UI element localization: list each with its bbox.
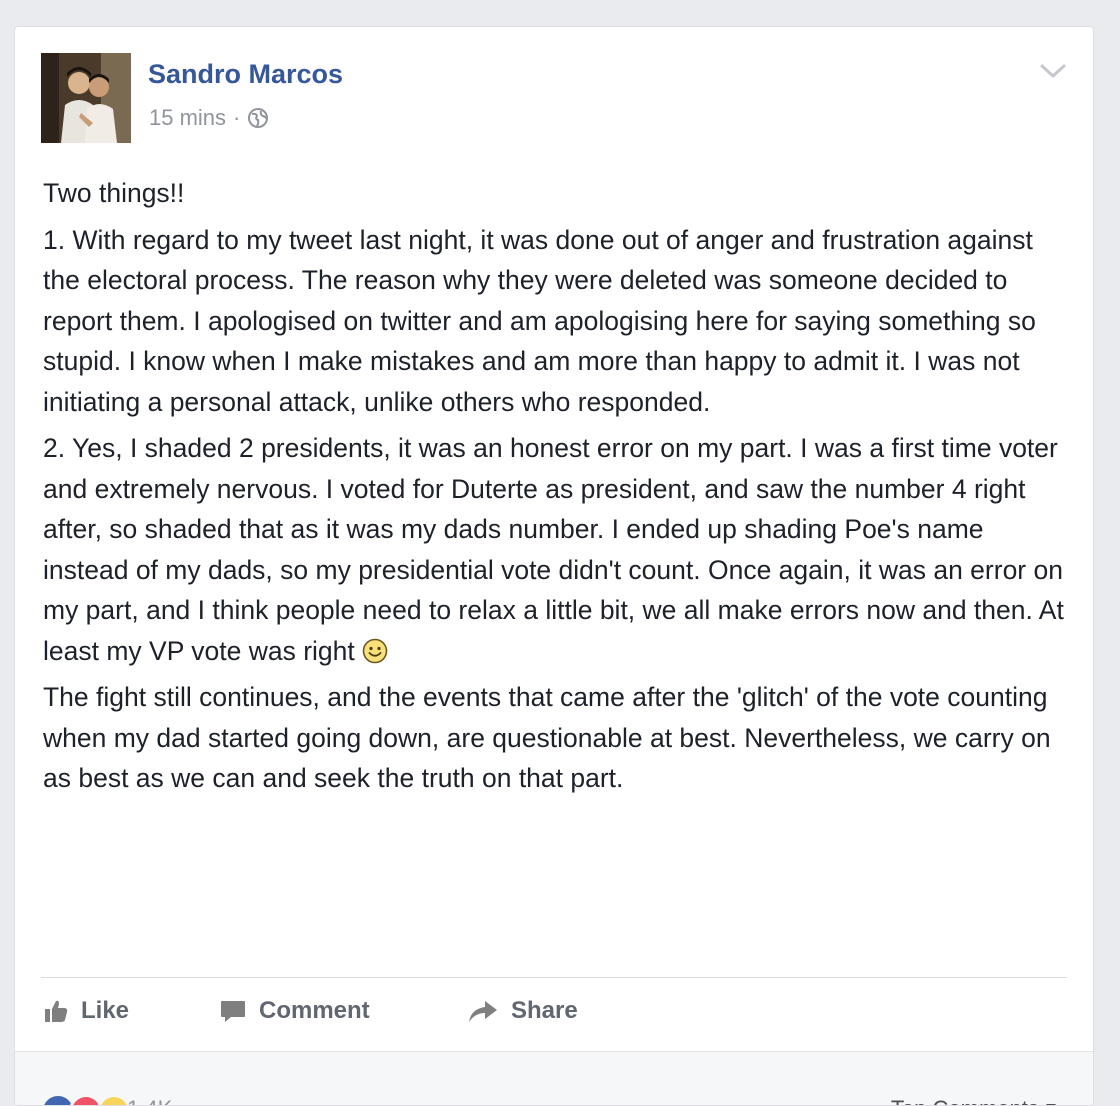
- share-label: Share: [511, 997, 578, 1024]
- author-name[interactable]: Sandro Marcos: [148, 59, 343, 90]
- post-paragraph: 2. Yes, I shaded 2 presidents, it was an…: [43, 428, 1068, 671]
- smile-emoji-icon: [362, 638, 388, 663]
- actions-divider: [41, 977, 1067, 978]
- post-paragraph: Two things!!: [43, 178, 185, 208]
- reactions-bar: 1.4K Top Comments: [15, 1051, 1093, 1105]
- comment-label: Comment: [259, 997, 370, 1024]
- profile-photo: [41, 53, 131, 143]
- post-paragraph: The fight still continues, and the event…: [43, 682, 1051, 793]
- post-actions: Like Comment Share: [41, 991, 1067, 1031]
- comment-icon: [221, 1001, 245, 1022]
- meta-separator: ·: [233, 105, 241, 130]
- post-paragraph: 1. With regard to my tweet last night, i…: [43, 224, 1036, 417]
- post-meta: 15 mins ·: [149, 105, 269, 131]
- wow-reaction-icon[interactable]: [97, 1094, 131, 1106]
- caret-down-icon: [1046, 1104, 1056, 1105]
- top-comments-label: Top Comments: [891, 1096, 1039, 1105]
- post-paragraph-text: 2. Yes, I shaded 2 presidents, it was an…: [43, 433, 1064, 666]
- reaction-count[interactable]: 1.4K: [127, 1096, 172, 1105]
- post-header: Sandro Marcos 15 mins ·: [41, 53, 1067, 143]
- avatar[interactable]: [41, 53, 131, 143]
- like-label: Like: [81, 997, 130, 1024]
- chevron-down-icon[interactable]: [1039, 61, 1067, 81]
- comment-button[interactable]: Comment: [219, 991, 370, 1031]
- thumbs-up-icon: [45, 1000, 68, 1022]
- post-body: Two things!! 1. With regard to my tweet …: [43, 173, 1068, 805]
- like-button[interactable]: Like: [43, 991, 129, 1031]
- post-time[interactable]: 15 mins: [149, 105, 226, 131]
- share-button[interactable]: Share: [467, 991, 578, 1031]
- post-card: Sandro Marcos 15 mins · Two things!! 1. …: [14, 26, 1094, 1106]
- globe-icon[interactable]: [247, 107, 269, 129]
- top-comments-dropdown[interactable]: Top Comments: [891, 1096, 1057, 1105]
- share-arrow-icon: [469, 1001, 497, 1022]
